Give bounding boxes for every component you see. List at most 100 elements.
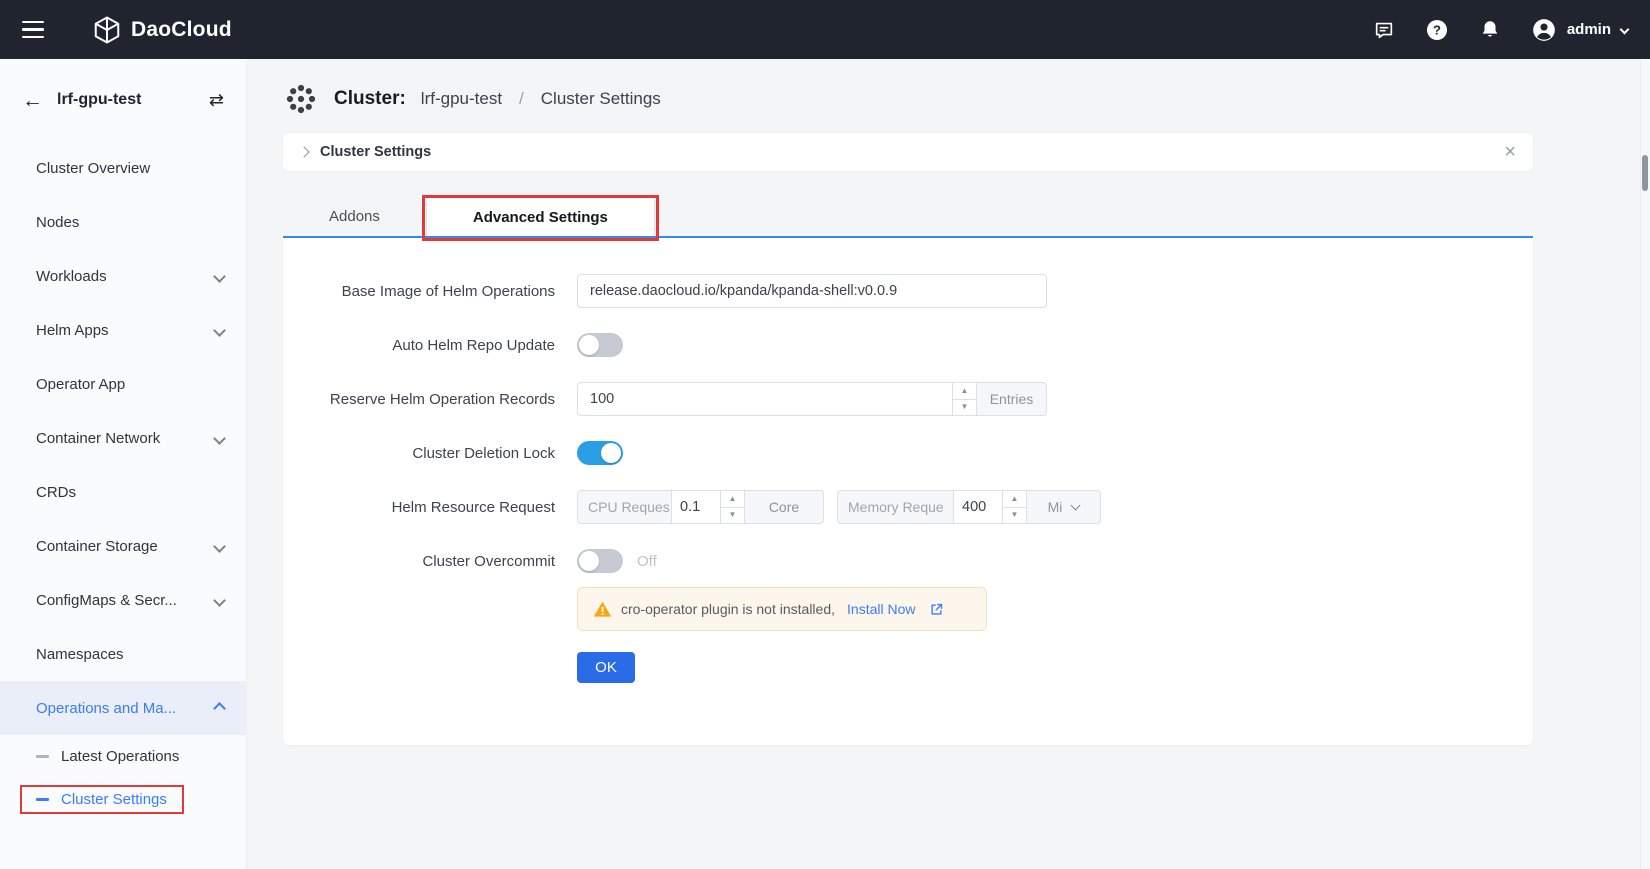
collapse-panel-header[interactable]: Cluster Settings ×	[283, 133, 1533, 171]
user-menu[interactable]: admin	[1531, 17, 1628, 43]
sidebar-subitem-cluster-settings[interactable]: Cluster Settings	[0, 778, 246, 821]
sidebar-item-label: Cluster Overview	[36, 160, 224, 177]
sidebar-item-namespaces[interactable]: Namespaces	[0, 627, 246, 681]
menu-icon[interactable]	[22, 21, 46, 39]
stepper-down-icon[interactable]: ▼	[1003, 508, 1026, 524]
form-row-submit: OK	[283, 652, 1533, 683]
field-label-auto-repo: Auto Helm Repo Update	[283, 337, 555, 354]
cpu-request-group: CPU Reques ▲ ▼ Core	[577, 490, 824, 524]
sidebar-item-container-network[interactable]: Container Network	[0, 411, 246, 465]
scrollbar-thumb[interactable]	[1642, 155, 1648, 191]
field-label-reserve-records: Reserve Helm Operation Records	[283, 391, 555, 408]
memory-stepper[interactable]: ▲ ▼	[1002, 491, 1026, 523]
notifications-bell-icon[interactable]	[1478, 18, 1502, 42]
daocloud-logo-icon	[92, 15, 122, 45]
form-row-auto-repo: Auto Helm Repo Update	[283, 333, 1533, 357]
form-row-overcommit: Cluster Overcommit Off	[283, 549, 1533, 573]
sidebar-item-operator-app[interactable]: Operator App	[0, 357, 246, 411]
external-link-icon[interactable]	[929, 602, 944, 617]
annotation-box-cluster-settings: Cluster Settings	[20, 785, 184, 814]
stepper-up-icon[interactable]: ▲	[721, 491, 744, 508]
chevron-down-icon	[213, 270, 226, 283]
sidebar-item-label: Workloads	[36, 268, 215, 285]
cpu-request-input[interactable]	[672, 499, 720, 515]
form-row-warning: cro-operator plugin is not installed, In…	[283, 587, 1533, 631]
sidebar-item-helm-apps[interactable]: Helm Apps	[0, 303, 246, 357]
cpu-unit-label: Core	[744, 490, 824, 524]
chevron-down-icon	[213, 594, 226, 607]
memory-unit-select[interactable]: Mi	[1026, 490, 1101, 524]
sidebar-item-cluster-overview[interactable]: Cluster Overview	[0, 141, 246, 195]
overcommit-toggle[interactable]	[577, 549, 623, 573]
sidebar-item-label: Container Storage	[36, 538, 215, 555]
sidebar-subitem-label: Latest Operations	[61, 748, 179, 765]
field-label-overcommit: Cluster Overcommit	[283, 553, 555, 570]
sidebar-item-label: Helm Apps	[36, 322, 215, 339]
sidebar-item-container-storage[interactable]: Container Storage	[0, 519, 246, 573]
install-now-link[interactable]: Install Now	[847, 601, 915, 617]
help-icon[interactable]: ?	[1425, 18, 1449, 42]
back-icon[interactable]: ←	[22, 90, 43, 111]
stepper-up-icon[interactable]: ▲	[953, 383, 976, 400]
sidebar-item-workloads[interactable]: Workloads	[0, 249, 246, 303]
deletion-lock-toggle[interactable]	[577, 441, 623, 465]
ok-button[interactable]: OK	[577, 652, 635, 683]
chevron-down-icon	[1620, 25, 1630, 35]
sidebar-item-label: Operations and Ma...	[36, 700, 215, 717]
avatar-icon	[1531, 17, 1557, 43]
chevron-down-icon	[213, 432, 226, 445]
scrollbar-track[interactable]	[1640, 59, 1650, 869]
username: admin	[1567, 21, 1611, 38]
sidebar-item-label: Operator App	[36, 376, 224, 393]
entries-suffix: Entries	[977, 382, 1047, 416]
warning-icon	[593, 600, 612, 619]
sidebar-nav: Cluster Overview Nodes Workloads Helm Ap…	[0, 141, 246, 821]
topbar: DaoCloud ? admin	[0, 0, 1650, 59]
breadcrumb-page: Cluster Settings	[541, 89, 661, 109]
cpu-prefix-label: CPU Reques	[577, 490, 672, 524]
memory-request-input[interactable]	[954, 499, 1002, 515]
sidebar-item-label: Container Network	[36, 430, 215, 447]
stepper-up-icon[interactable]: ▲	[1003, 491, 1026, 508]
tabs: Addons Advanced Settings	[283, 197, 1533, 238]
chevron-down-icon	[213, 540, 226, 553]
reserve-records-input[interactable]	[578, 383, 952, 415]
close-icon[interactable]: ×	[1504, 142, 1516, 162]
stepper-down-icon[interactable]: ▼	[721, 508, 744, 524]
sidebar-item-nodes[interactable]: Nodes	[0, 195, 246, 249]
sidebar-item-label: CRDs	[36, 484, 224, 501]
base-image-input[interactable]	[577, 274, 1047, 308]
chevron-down-icon	[1071, 501, 1081, 511]
cpu-stepper[interactable]: ▲ ▼	[720, 491, 744, 523]
brand[interactable]: DaoCloud	[92, 15, 232, 45]
stepper-down-icon[interactable]: ▼	[953, 400, 976, 416]
memory-unit-value: Mi	[1048, 499, 1063, 515]
sidebar-subitem-latest-operations[interactable]: Latest Operations	[0, 735, 246, 778]
form-row-resource-request: Helm Resource Request CPU Reques ▲ ▼ Cor…	[283, 490, 1533, 524]
sidebar: ← lrf-gpu-test ⇄ Cluster Overview Nodes …	[0, 59, 247, 869]
chevron-right-icon[interactable]	[298, 146, 309, 157]
svg-text:?: ?	[1433, 22, 1441, 37]
message-icon[interactable]	[1372, 18, 1396, 42]
cluster-icon	[283, 81, 319, 117]
sidebar-item-configmaps-secrets[interactable]: ConfigMaps & Secr...	[0, 573, 246, 627]
auto-repo-toggle[interactable]	[577, 333, 623, 357]
field-label-resource-request: Helm Resource Request	[283, 499, 555, 516]
form-row-deletion-lock: Cluster Deletion Lock	[283, 441, 1533, 465]
tab-addons[interactable]: Addons	[283, 197, 426, 236]
form-row-base-image: Base Image of Helm Operations	[283, 274, 1533, 308]
reserve-records-stepper[interactable]: ▲ ▼	[952, 383, 976, 415]
breadcrumb-cluster-name[interactable]: lrf-gpu-test	[421, 89, 502, 109]
sidebar-cluster-name: lrf-gpu-test	[57, 91, 195, 109]
tab-advanced-settings[interactable]: Advanced Settings	[426, 197, 655, 236]
breadcrumb-separator: /	[519, 89, 524, 109]
sidebar-item-crds[interactable]: CRDs	[0, 465, 246, 519]
brand-name: DaoCloud	[131, 18, 232, 42]
switch-cluster-icon[interactable]: ⇄	[209, 91, 224, 109]
chevron-up-icon	[213, 702, 226, 715]
dash-icon	[36, 798, 49, 801]
sidebar-item-operations[interactable]: Operations and Ma...	[0, 681, 246, 735]
tab-label: Advanced Settings	[473, 209, 608, 226]
form-row-reserve-records: Reserve Helm Operation Records ▲ ▼ Entri…	[283, 382, 1533, 416]
settings-form-card: Base Image of Helm Operations Auto Helm …	[283, 238, 1533, 745]
